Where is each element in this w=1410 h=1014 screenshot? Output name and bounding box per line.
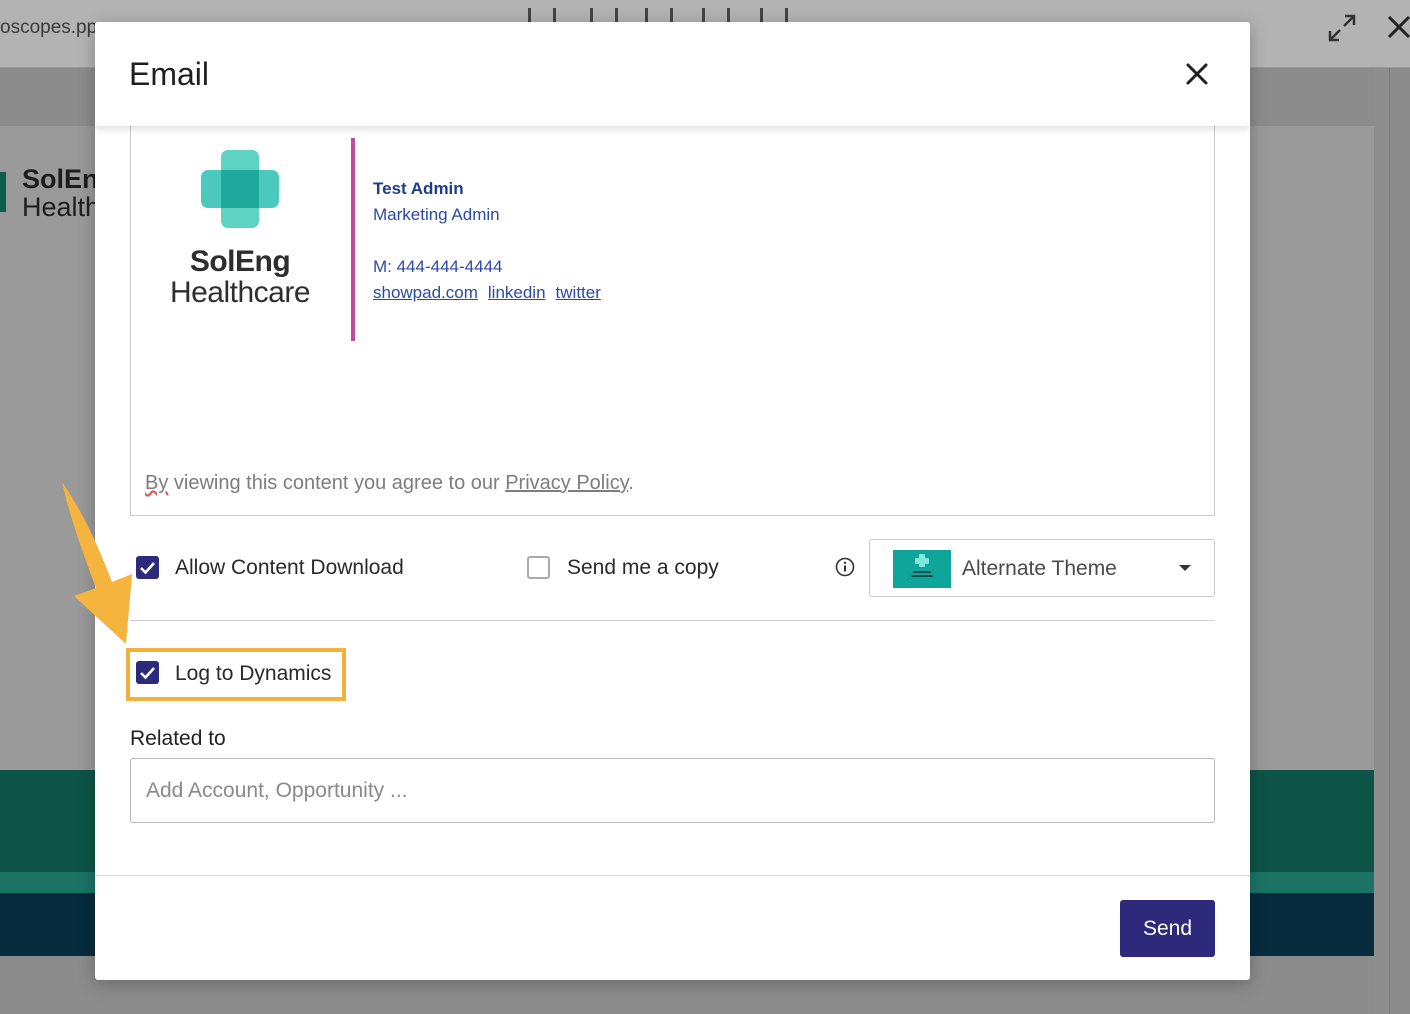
signature-info: Test Admin Marketing Admin M: 444-444-44… [373,176,611,306]
signature-phone: M: 444-444-4444 [373,257,503,276]
signature-logo: SolEng Healthcare [165,150,315,308]
background-filename: oscopes.pp [0,17,98,38]
log-dynamics-checkbox[interactable] [136,661,159,684]
theme-selected-value: Alternate Theme [962,557,1117,580]
modal-header: Email [95,22,1250,126]
related-to-input[interactable] [130,758,1215,823]
expand-icon[interactable] [1326,12,1358,44]
info-icon[interactable] [835,557,855,577]
signature-link-linkedin[interactable]: linkedin [488,283,546,302]
caret-down-icon [1179,565,1191,571]
signature-role: Marketing Admin [373,205,500,224]
checkmark-icon [140,667,155,680]
send-copy-label: Send me a copy [567,556,719,579]
signature-logo-line1: SolEng [189,245,291,278]
log-dynamics-label: Log to Dynamics [175,662,332,685]
signature-name: Test Admin [373,179,464,198]
email-modal: Email SolEng Healthcare Test Admin Marke… [95,22,1250,980]
footer-divider [95,875,1250,876]
close-icon[interactable] [1181,58,1213,90]
background-scroll-strip [1374,68,1390,1014]
signature-logo-line2: Healthcare [169,276,311,309]
send-copy-checkbox[interactable] [527,556,550,579]
signature-links: showpad.com linkedin twitter [373,280,611,306]
email-preview: SolEng Healthcare Test Admin Marketing A… [130,122,1215,516]
theme-dropdown[interactable]: Alternate Theme [869,539,1215,597]
send-button[interactable]: Send [1120,900,1215,957]
modal-title: Email [129,56,210,92]
options-divider [130,620,1215,621]
background-logo-mark [0,172,6,212]
allow-download-label: Allow Content Download [175,556,404,579]
privacy-notice: By viewing this content you agree to our… [145,472,634,494]
close-viewer-icon[interactable] [1384,12,1410,42]
medical-cross-icon [201,150,279,228]
signature-divider [351,138,355,341]
theme-thumbnail [893,550,951,588]
annotation-arrow-icon [62,482,132,644]
privacy-policy-link[interactable]: Privacy Policy [505,472,628,494]
signature-link-twitter[interactable]: twitter [556,283,601,302]
signature-link-website[interactable]: showpad.com [373,283,478,302]
related-to-label: Related to [130,727,226,750]
